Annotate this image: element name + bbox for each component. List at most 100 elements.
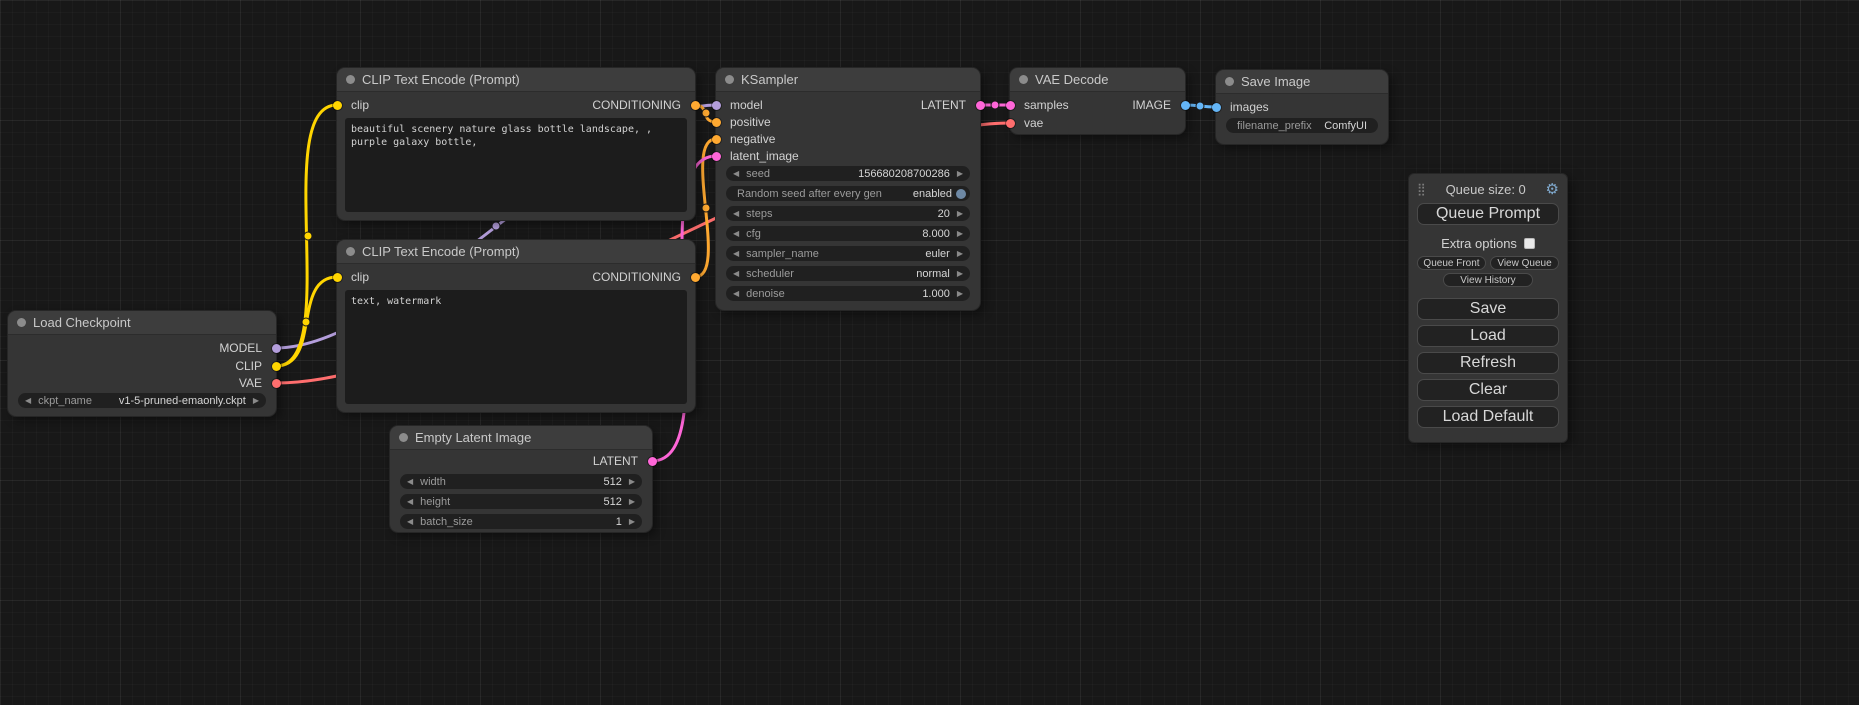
increment-arrow-icon[interactable]: ▶ [957, 286, 963, 301]
node-collapse-dot[interactable] [1225, 77, 1234, 86]
node-title-bar[interactable]: Load Checkpoint [8, 311, 276, 335]
increment-arrow-icon[interactable]: ▶ [957, 226, 963, 241]
refresh-button[interactable]: Refresh [1417, 352, 1559, 374]
decrement-arrow-icon[interactable]: ◀ [407, 494, 413, 509]
node-title-bar[interactable]: CLIP Text Encode (Prompt) [337, 68, 695, 92]
drag-handle-icon[interactable]: ⣿ [1417, 182, 1426, 196]
input-label-latent-image: latent_image [730, 147, 799, 165]
node-collapse-dot[interactable] [346, 247, 355, 256]
node-graph-canvas[interactable]: Load Checkpoint MODEL CLIP VAE ◀ ckpt_na… [0, 0, 1859, 705]
output-port-clip[interactable] [272, 362, 281, 371]
widget-value: euler [925, 248, 949, 260]
input-port-model[interactable] [712, 101, 721, 110]
decrement-arrow-icon[interactable]: ◀ [733, 226, 739, 241]
node-title-bar[interactable]: VAE Decode [1010, 68, 1185, 92]
decrement-arrow-icon[interactable]: ◀ [733, 166, 739, 181]
input-port-vae[interactable] [1006, 119, 1015, 128]
increment-arrow-icon[interactable]: ▶ [629, 474, 635, 489]
port-row-latent: LATENT [390, 452, 652, 470]
load-default-button[interactable]: Load Default [1417, 406, 1559, 428]
widget-ckpt-name[interactable]: ◀ ckpt_name v1-5-pruned-emaonly.ckpt ▶ [18, 393, 266, 408]
node-empty-latent-image[interactable]: Empty Latent Image LATENT ◀ width 512 ▶ … [390, 426, 652, 532]
widget-filename-prefix[interactable]: filename_prefix ComfyUI [1226, 118, 1378, 133]
clear-button[interactable]: Clear [1417, 379, 1559, 401]
output-port-vae[interactable] [272, 379, 281, 388]
widget-value: 512 [603, 476, 621, 488]
wire-midpoint-dot [492, 222, 500, 230]
decrement-arrow-icon[interactable]: ◀ [733, 286, 739, 301]
node-vae-decode[interactable]: VAE Decode samples IMAGE vae [1010, 68, 1185, 134]
settings-gear-icon[interactable]: ⚙ [1546, 180, 1559, 198]
load-button[interactable]: Load [1417, 325, 1559, 347]
decrement-arrow-icon[interactable]: ◀ [25, 393, 31, 408]
toggle-knob[interactable] [956, 189, 966, 199]
output-port-model[interactable] [272, 344, 281, 353]
increment-arrow-icon[interactable]: ▶ [957, 246, 963, 261]
input-port-images[interactable] [1212, 103, 1221, 112]
widget-height[interactable]: ◀ height 512 ▶ [400, 494, 642, 509]
input-port-positive[interactable] [712, 118, 721, 127]
queue-panel-header: ⣿ Queue size: 0 ⚙ [1417, 179, 1559, 199]
widget-cfg[interactable]: ◀ cfg 8.000 ▶ [726, 226, 970, 241]
node-title-bar[interactable]: KSampler [716, 68, 980, 92]
decrement-arrow-icon[interactable]: ◀ [407, 474, 413, 489]
queue-front-button[interactable]: Queue Front [1417, 256, 1486, 270]
save-button[interactable]: Save [1417, 298, 1559, 320]
increment-arrow-icon[interactable]: ▶ [957, 266, 963, 281]
queue-prompt-button[interactable]: Queue Prompt [1417, 203, 1559, 225]
node-clip-text-encode-positive[interactable]: CLIP Text Encode (Prompt) clip CONDITION… [337, 68, 695, 220]
prompt-textarea[interactable]: beautiful scenery nature glass bottle la… [345, 118, 687, 212]
output-port-image[interactable] [1181, 101, 1190, 110]
widget-random-seed-toggle[interactable]: Random seed after every gen enabled [726, 186, 970, 201]
node-title-bar[interactable]: Save Image [1216, 70, 1388, 94]
input-label-samples: samples [1024, 96, 1069, 114]
node-clip-text-encode-negative[interactable]: CLIP Text Encode (Prompt) clip CONDITION… [337, 240, 695, 412]
widget-steps[interactable]: ◀ steps 20 ▶ [726, 206, 970, 221]
input-port-clip[interactable] [333, 273, 342, 282]
wire-midpoint-dot [991, 101, 999, 109]
increment-arrow-icon[interactable]: ▶ [957, 206, 963, 221]
output-port-latent[interactable] [648, 457, 657, 466]
widget-value: v1-5-pruned-emaonly.ckpt [119, 395, 246, 407]
increment-arrow-icon[interactable]: ▶ [957, 166, 963, 181]
node-title-bar[interactable]: Empty Latent Image [390, 426, 652, 450]
input-port-negative[interactable] [712, 135, 721, 144]
input-port-clip[interactable] [333, 101, 342, 110]
node-collapse-dot[interactable] [17, 318, 26, 327]
port-row-positive: positive [716, 113, 980, 131]
widget-seed[interactable]: ◀ seed 156680208700286 ▶ [726, 166, 970, 181]
increment-arrow-icon[interactable]: ▶ [629, 514, 635, 529]
widget-batch-size[interactable]: ◀ batch_size 1 ▶ [400, 514, 642, 529]
decrement-arrow-icon[interactable]: ◀ [733, 206, 739, 221]
output-port-latent[interactable] [976, 101, 985, 110]
output-port-conditioning[interactable] [691, 273, 700, 282]
input-port-latent-image[interactable] [712, 152, 721, 161]
node-collapse-dot[interactable] [1019, 75, 1028, 84]
output-port-conditioning[interactable] [691, 101, 700, 110]
prompt-textarea[interactable]: text, watermark [345, 290, 687, 404]
widget-scheduler[interactable]: ◀ scheduler normal ▶ [726, 266, 970, 281]
node-collapse-dot[interactable] [725, 75, 734, 84]
node-collapse-dot[interactable] [399, 433, 408, 442]
node-collapse-dot[interactable] [346, 75, 355, 84]
decrement-arrow-icon[interactable]: ◀ [733, 246, 739, 261]
increment-arrow-icon[interactable]: ▶ [253, 393, 259, 408]
widget-sampler-name[interactable]: ◀ sampler_name euler ▶ [726, 246, 970, 261]
node-title: Save Image [1241, 74, 1310, 89]
node-ksampler[interactable]: KSampler model LATENT positive negative … [716, 68, 980, 310]
decrement-arrow-icon[interactable]: ◀ [407, 514, 413, 529]
decrement-arrow-icon[interactable]: ◀ [733, 266, 739, 281]
node-load-checkpoint[interactable]: Load Checkpoint MODEL CLIP VAE ◀ ckpt_na… [8, 311, 276, 416]
node-title-bar[interactable]: CLIP Text Encode (Prompt) [337, 240, 695, 264]
widget-denoise[interactable]: ◀ denoise 1.000 ▶ [726, 286, 970, 301]
node-save-image[interactable]: Save Image images filename_prefix ComfyU… [1216, 70, 1388, 144]
widget-width[interactable]: ◀ width 512 ▶ [400, 474, 642, 489]
extra-options-checkbox[interactable] [1524, 238, 1535, 249]
wire-midpoint-dot [302, 318, 310, 326]
widget-label: seed [746, 168, 770, 180]
view-queue-button[interactable]: View Queue [1490, 256, 1559, 270]
increment-arrow-icon[interactable]: ▶ [629, 494, 635, 509]
view-history-button[interactable]: View History [1443, 273, 1534, 287]
input-port-samples[interactable] [1006, 101, 1015, 110]
input-label-model: model [730, 96, 763, 114]
